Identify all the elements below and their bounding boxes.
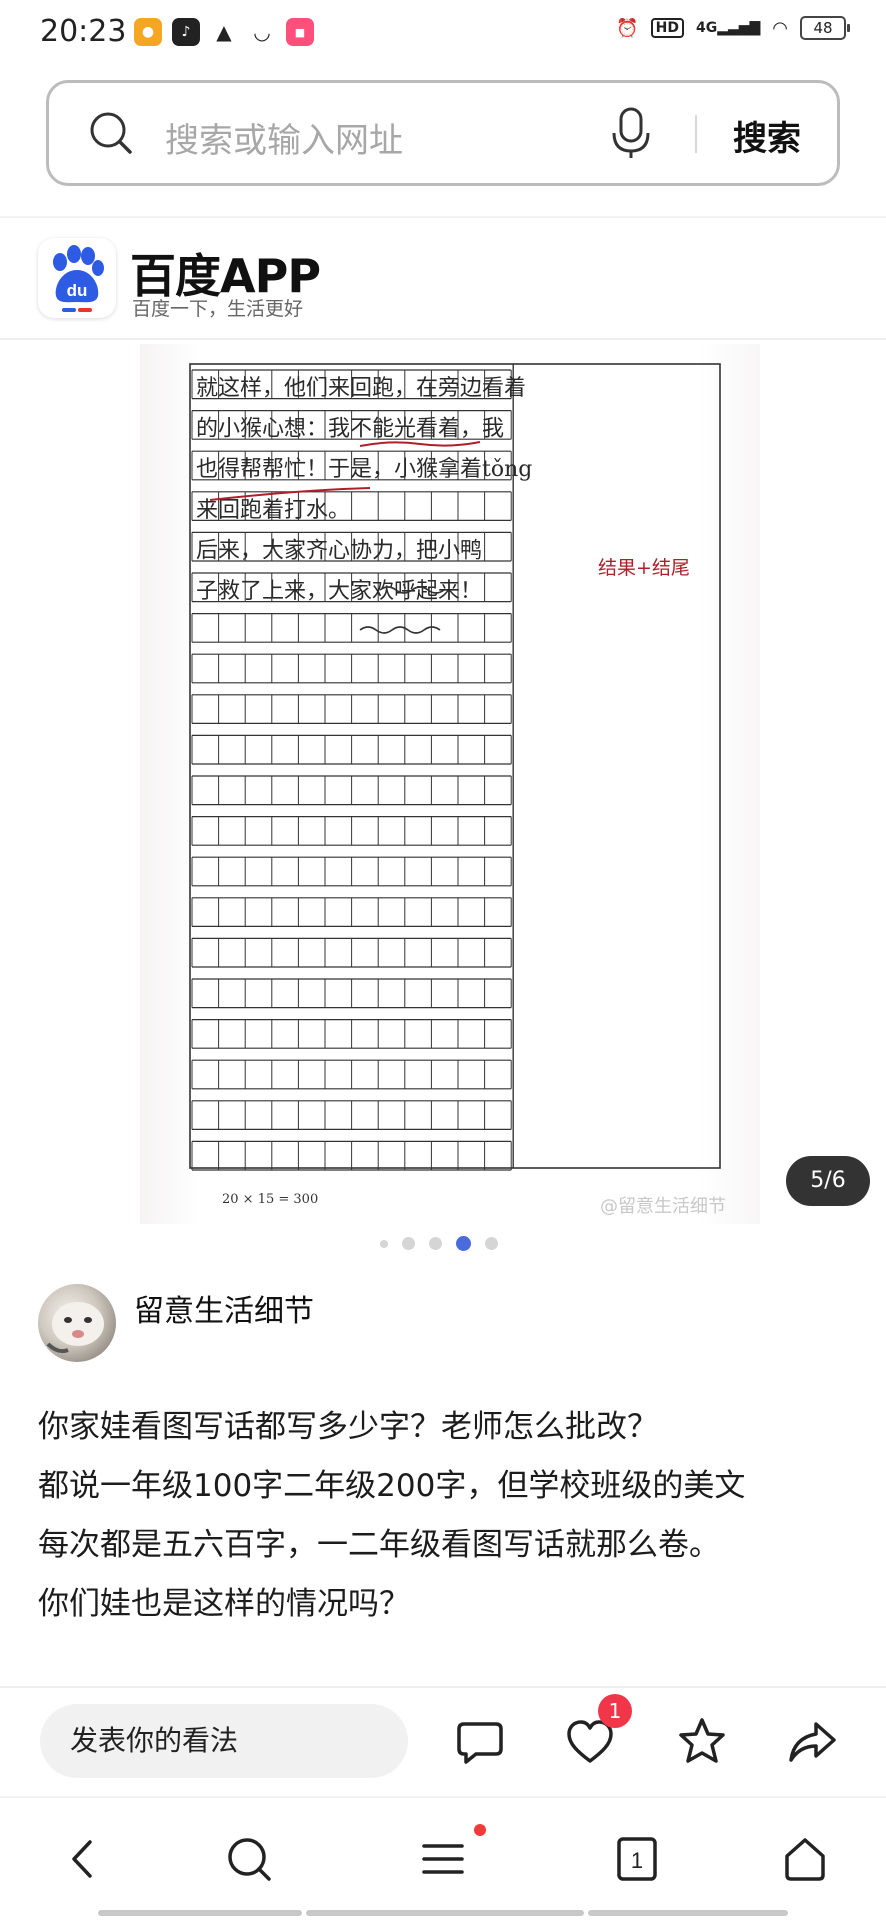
author-avatar[interactable] (38, 1284, 116, 1362)
tiktok-app-icon: ♪ (172, 18, 200, 46)
search-bar[interactable]: 搜索或输入网址 搜索 (46, 80, 840, 186)
comment-input[interactable]: 发表你的看法 (40, 1704, 408, 1778)
carousel-dot[interactable] (380, 1239, 388, 1248)
watermark: @留意生活细节 (600, 1196, 726, 1217)
cat-avatar-icon (46, 1302, 104, 1354)
correction-wave (359, 441, 481, 447)
handwritten-line: 子救了上来，大家欢呼起来！ (196, 579, 482, 604)
paper-footer: 20 × 15 = 300 (222, 1192, 319, 1207)
divider (0, 1686, 886, 1688)
search-button[interactable]: 搜索 (733, 111, 801, 160)
status-app-icons: ● ♪ ▲ ◡ ■ (134, 18, 314, 46)
post-line: 你们娃也是这样的情况吗？ (38, 1586, 410, 1622)
baidu-paw-icon: du (53, 245, 104, 312)
gesture-bar (306, 1910, 584, 1916)
status-bar: 20:23 ● ♪ ▲ ◡ ■ ⏰ HD 4G▂▃▅▇ ◠ 48 (0, 0, 886, 68)
divider (0, 216, 886, 218)
comment-icon[interactable] (454, 1716, 506, 1768)
handwritten-line: 的小猴心想：我不能光看着，我 (196, 417, 504, 442)
correction-wave (359, 626, 441, 634)
taobao-app-icon: ● (134, 18, 162, 46)
teacher-annotation: 结果+结尾 (598, 557, 690, 579)
carousel-dot-active[interactable] (456, 1236, 471, 1251)
gesture-bar (98, 1910, 302, 1916)
search-nav-icon[interactable] (224, 1834, 274, 1884)
divider (0, 1796, 886, 1798)
page-counter: 5/6 (786, 1156, 870, 1206)
status-time: 20:23 (40, 14, 127, 49)
hd-icon: HD (650, 18, 684, 38)
writing-grid: 就这样，他们来回跑，在旁边看着的小猴心想：我不能光看着，我也得帮帮忙！于是，小猴… (189, 363, 721, 1171)
battery-icon: 48 (800, 16, 850, 40)
cup-app-icon: ◡ (248, 18, 276, 46)
search-divider (695, 115, 697, 153)
handwritten-line: 就这样，他们来回跑，在旁边看着 (196, 376, 526, 401)
baidu-slogan: 百度一下，生活更好 (132, 298, 304, 320)
carousel-dot[interactable] (429, 1237, 442, 1250)
wifi-icon: ◠ (772, 17, 788, 39)
tabs-count: 1 (631, 1848, 643, 1873)
status-indicators: ⏰ HD 4G▂▃▅▇ ◠ 48 (616, 16, 850, 40)
post-line: 你家娃看图写话都写多少字？老师怎么批改？ (38, 1409, 658, 1445)
post-line: 每次都是五六百字，一二年级看图写话就那么卷。 (38, 1527, 720, 1563)
network-type: 4G (695, 20, 718, 36)
signal-icon: 4G▂▃▅▇ (695, 20, 761, 36)
share-icon[interactable] (786, 1716, 838, 1768)
menu-notification-dot (474, 1824, 486, 1836)
carousel-dot[interactable] (402, 1237, 415, 1250)
carousel-dots (380, 1236, 498, 1251)
baidu-logo-text: du (67, 281, 88, 300)
post-content: 你家娃看图写话都写多少字？老师怎么批改？ 都说一年级100字二年级200字，但学… (38, 1398, 858, 1634)
back-icon[interactable] (58, 1834, 108, 1884)
microphone-icon[interactable] (609, 107, 653, 159)
qq-app-icon: ▲ (210, 18, 238, 46)
author-name[interactable]: 留意生活细节 (134, 1286, 314, 1330)
menu-icon[interactable] (418, 1834, 468, 1884)
search-input[interactable]: 搜索或输入网址 (165, 113, 403, 162)
handwritten-line: 也得帮帮忙！于是，小猴拿着tǒng (196, 456, 532, 482)
handwritten-line: 来回跑着打水。 (196, 498, 350, 523)
pink-app-icon: ■ (286, 18, 314, 46)
baidu-logo[interactable]: du (38, 238, 116, 318)
image-gallery[interactable]: 就这样，他们来回跑，在旁边看着 的小猴心想：我不能光看着，我也得帮帮忙！于是，小猴… (0, 340, 886, 1226)
tabs-icon[interactable]: 1 (612, 1834, 662, 1884)
handwritten-line: 后来，大家齐心协力，把小鸭 (196, 538, 482, 563)
gesture-bar (588, 1910, 788, 1916)
search-icon (90, 112, 132, 154)
carousel-dot[interactable] (485, 1237, 498, 1250)
paper-border (189, 363, 721, 1169)
alarm-icon: ⏰ (616, 17, 639, 39)
post-line: 都说一年级100字二年级200字，但学校班级的美文 (38, 1468, 746, 1504)
favorite-star-icon[interactable] (676, 1716, 728, 1768)
home-icon[interactable] (780, 1834, 830, 1884)
like-count-badge: 1 (598, 1694, 632, 1728)
